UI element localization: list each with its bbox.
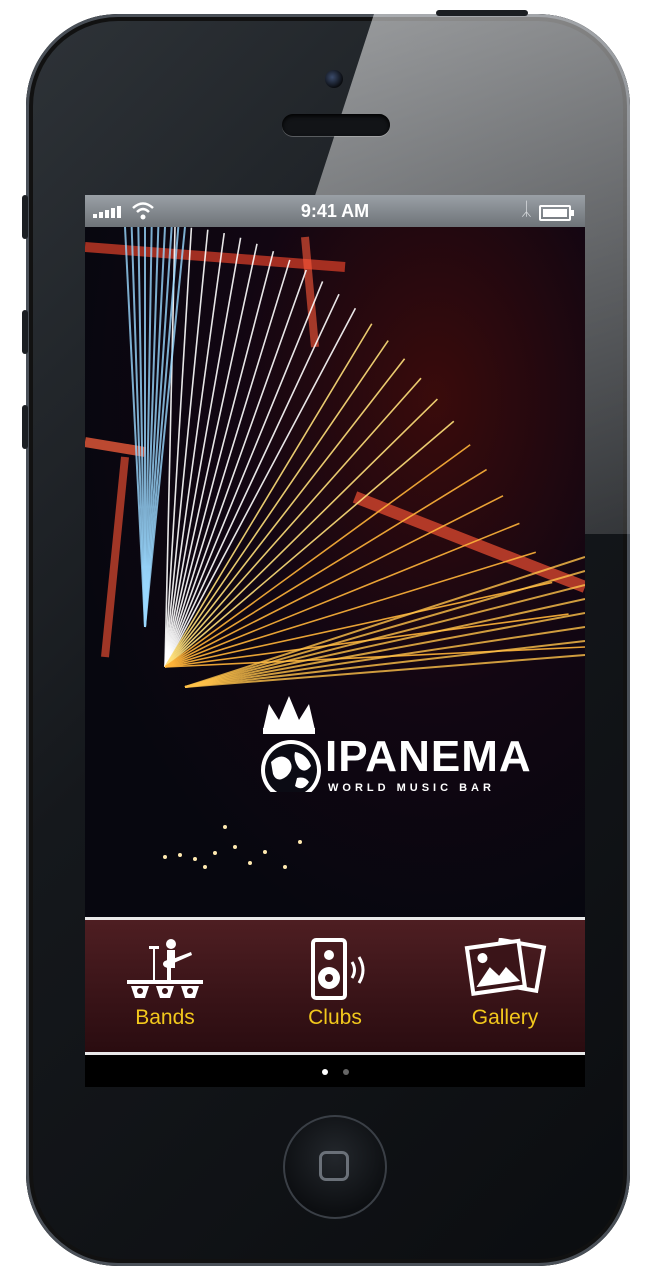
home-button[interactable] [283, 1115, 387, 1219]
tab-bands-label: Bands [135, 1006, 195, 1029]
earpiece-speaker [282, 114, 390, 136]
ipanema-logo: IPANEMA WORLD MUSIC BAR [255, 682, 575, 794]
tab-gallery-label: Gallery [471, 1006, 539, 1029]
crown-globe-logo-icon [261, 696, 321, 792]
status-bar: 9:41 AM ᛣ [85, 195, 585, 227]
band-stage-icon [127, 939, 203, 998]
brand-tagline: WORLD MUSIC BAR [328, 782, 495, 794]
bluetooth-icon: ᛣ [521, 199, 532, 219]
page-dot-1[interactable] [322, 1069, 328, 1075]
tab-clubs-label: Clubs [308, 1006, 362, 1029]
page-indicator[interactable] [85, 1065, 585, 1079]
tab-gallery[interactable]: Gallery [435, 938, 575, 1048]
power-button [436, 10, 528, 16]
volume-up-button [22, 310, 28, 354]
status-time: 9:41 AM [300, 201, 370, 221]
mute-switch [22, 195, 28, 239]
tab-bands[interactable]: Bands [95, 938, 235, 1048]
photo-gallery-icon [464, 938, 547, 996]
volume-down-button [22, 405, 28, 449]
home-square-icon [319, 1151, 349, 1181]
speaker-icon [311, 938, 365, 1000]
hero-image: IPANEMA WORLD MUSIC BAR [85, 227, 585, 917]
screen: 9:41 AM ᛣ IPANEMA WORLD MUSIC BAR Bands … [85, 195, 585, 1087]
tab-bar: Bands Clubs Gallery [85, 917, 585, 1055]
page-dot-2[interactable] [343, 1069, 349, 1075]
battery-icon [539, 205, 574, 221]
tab-clubs[interactable]: Clubs [265, 938, 405, 1048]
front-camera [325, 70, 343, 88]
laser-lights-background [85, 227, 585, 869]
brand-name: IPANEMA [325, 732, 532, 781]
